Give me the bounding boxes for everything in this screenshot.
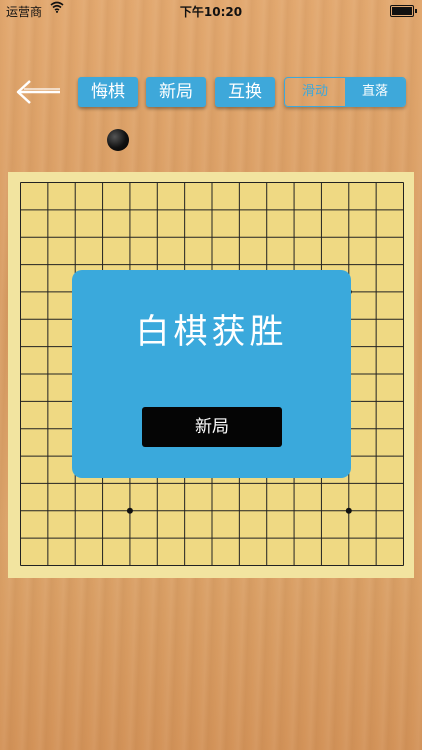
battery-icon: [390, 5, 417, 17]
winner-title: 白棋获胜: [135, 312, 288, 352]
new-game-button[interactable]: 新局: [146, 77, 206, 107]
dialog-new-game-button[interactable]: 新局: [142, 407, 282, 447]
mode-direct-option[interactable]: 直落: [345, 78, 405, 106]
current-turn-stone: [107, 129, 129, 151]
star-point: [345, 507, 352, 514]
mode-slide-option[interactable]: 滑动: [285, 78, 345, 106]
status-time: 下午10:20: [179, 5, 243, 19]
placement-mode-toggle[interactable]: 滑动 直落: [284, 77, 406, 107]
back-arrow-icon: [16, 80, 60, 104]
status-bar: 运营商 下午10:20: [0, 0, 422, 22]
undo-button[interactable]: 悔棋: [78, 77, 138, 107]
back-button[interactable]: [14, 78, 62, 106]
star-point: [126, 507, 133, 514]
swap-button[interactable]: 互换: [215, 77, 275, 107]
game-over-dialog: 白棋获胜 新局: [72, 270, 351, 478]
